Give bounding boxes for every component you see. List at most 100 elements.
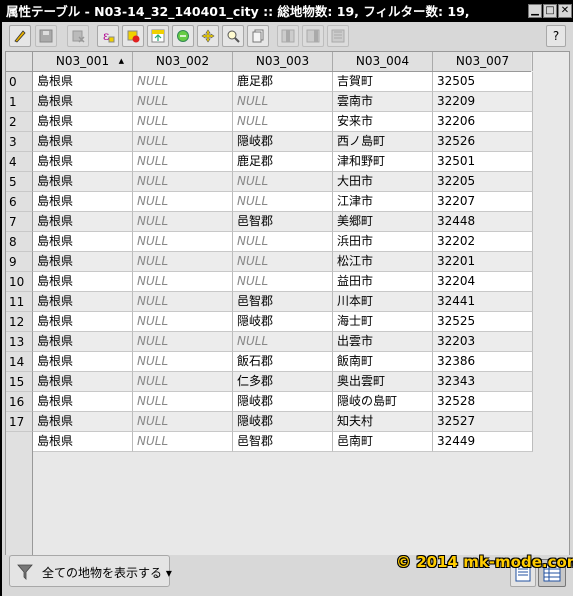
table-row[interactable]: 11 島根県 NULL 邑智郡 川本町 32441 xyxy=(6,292,533,312)
table-row[interactable]: 6 島根県 NULL NULL 江津市 32207 xyxy=(6,192,533,212)
new-column-button[interactable] xyxy=(302,25,324,47)
table-cell[interactable]: 32202 xyxy=(433,232,533,252)
zoom-to-selection-button[interactable] xyxy=(222,25,244,47)
table-cell[interactable]: 島根県 xyxy=(33,112,133,132)
column-header[interactable]: N03_001 ▲ xyxy=(33,52,133,71)
table-cell[interactable]: 知夫村 xyxy=(333,412,433,432)
table-cell[interactable]: NULL xyxy=(133,412,233,432)
table-row[interactable]: 13 島根県 NULL NULL 出雲市 32203 xyxy=(6,332,533,352)
table-cell[interactable]: NULL xyxy=(233,172,333,192)
table-cell[interactable]: 32206 xyxy=(433,112,533,132)
table-cell[interactable]: 隠岐郡 xyxy=(233,312,333,332)
row-header[interactable]: 3 xyxy=(6,132,33,152)
table-row[interactable]: 7 島根県 NULL 邑智郡 美郷町 32448 xyxy=(6,212,533,232)
table-cell[interactable]: 邑智郡 xyxy=(233,432,333,452)
table-cell[interactable]: 出雲市 xyxy=(333,332,433,352)
table-cell[interactable]: 隠岐郡 xyxy=(233,392,333,412)
row-header[interactable]: 16 xyxy=(6,392,33,412)
row-header[interactable]: 12 xyxy=(6,312,33,332)
table-cell[interactable]: 奥出雲町 xyxy=(333,372,433,392)
table-cell[interactable]: 32203 xyxy=(433,332,533,352)
table-cell[interactable]: 鹿足郡 xyxy=(233,152,333,172)
table-cell[interactable]: NULL xyxy=(233,232,333,252)
row-header[interactable]: 1 xyxy=(6,92,33,112)
table-row[interactable]: 0 島根県 NULL 鹿足郡 吉賀町 32505 xyxy=(6,72,533,92)
row-header[interactable]: 14 xyxy=(6,352,33,372)
table-cell[interactable]: 雲南市 xyxy=(333,92,433,112)
table-cell[interactable]: 大田市 xyxy=(333,172,433,192)
table-cell[interactable]: NULL xyxy=(233,112,333,132)
table-cell[interactable]: NULL xyxy=(133,292,233,312)
deselect-all-button[interactable] xyxy=(122,25,144,47)
table-cell[interactable]: 32343 xyxy=(433,372,533,392)
table-cell[interactable]: 津和野町 xyxy=(333,152,433,172)
row-header[interactable]: 4 xyxy=(6,152,33,172)
table-cell[interactable]: 32441 xyxy=(433,292,533,312)
table-cell[interactable]: 32204 xyxy=(433,272,533,292)
table-cell[interactable]: 島根県 xyxy=(33,392,133,412)
table-cell[interactable]: 島根県 xyxy=(33,292,133,312)
column-header[interactable]: N03_007 xyxy=(433,52,533,71)
table-cell[interactable]: 川本町 xyxy=(333,292,433,312)
row-header[interactable]: 2 xyxy=(6,112,33,132)
close-button[interactable]: ✕ xyxy=(558,4,572,18)
table-cell[interactable]: 島根県 xyxy=(33,92,133,112)
table-cell[interactable]: 吉賀町 xyxy=(333,72,433,92)
row-header[interactable]: 5 xyxy=(6,172,33,192)
table-cell[interactable]: 益田市 xyxy=(333,272,433,292)
pan-to-selection-button[interactable] xyxy=(197,25,219,47)
table-cell[interactable]: 飯南町 xyxy=(333,352,433,372)
table-cell[interactable]: NULL xyxy=(133,252,233,272)
move-selection-top-button[interactable] xyxy=(147,25,169,47)
table-cell[interactable]: 島根県 xyxy=(33,232,133,252)
table-cell[interactable]: 隠岐郡 xyxy=(233,412,333,432)
row-header[interactable]: 9 xyxy=(6,252,33,272)
column-header[interactable]: N03_004 xyxy=(333,52,433,71)
row-header[interactable]: 15 xyxy=(6,372,33,392)
table-cell[interactable]: 邑智郡 xyxy=(233,212,333,232)
row-header[interactable]: 8 xyxy=(6,232,33,252)
table-row[interactable]: 14 島根県 NULL 飯石郡 飯南町 32386 xyxy=(6,352,533,372)
table-cell[interactable]: 島根県 xyxy=(33,312,133,332)
table-cell[interactable]: 島根県 xyxy=(33,172,133,192)
corner-header[interactable] xyxy=(6,52,33,71)
table-cell[interactable]: NULL xyxy=(133,172,233,192)
table-cell[interactable]: 島根県 xyxy=(33,272,133,292)
maximize-button[interactable]: □ xyxy=(543,4,557,18)
column-header[interactable]: N03_002 xyxy=(133,52,233,71)
table-cell[interactable]: 島根県 xyxy=(33,252,133,272)
table-cell[interactable]: 島根県 xyxy=(33,352,133,372)
table-row[interactable]: 3 島根県 NULL 隠岐郡 西ノ島町 32526 xyxy=(6,132,533,152)
delete-selected-button[interactable] xyxy=(67,25,89,47)
table-cell[interactable]: 海士町 xyxy=(333,312,433,332)
table-cell[interactable]: 島根県 xyxy=(33,152,133,172)
table-cell[interactable]: 隠岐の島町 xyxy=(333,392,433,412)
table-cell[interactable]: NULL xyxy=(233,92,333,112)
row-header[interactable]: 13 xyxy=(6,332,33,352)
table-row[interactable]: 9 島根県 NULL NULL 松江市 32201 xyxy=(6,252,533,272)
table-cell[interactable]: NULL xyxy=(133,272,233,292)
feature-filter-dropdown[interactable]: 全ての地物を表示する ▾ xyxy=(9,555,172,587)
attribute-grid[interactable]: N03_001 ▲ N03_002 N03_003 N03_004 N03_007 0 島根… xyxy=(5,51,570,576)
table-cell[interactable]: 隠岐郡 xyxy=(233,132,333,152)
field-calculator-button[interactable] xyxy=(327,25,349,47)
table-cell[interactable]: 島根県 xyxy=(33,72,133,92)
table-cell[interactable]: NULL xyxy=(233,272,333,292)
table-cell[interactable]: 32528 xyxy=(433,392,533,412)
table-cell[interactable]: 島根県 xyxy=(33,332,133,352)
table-cell[interactable]: 32527 xyxy=(433,412,533,432)
expression-select-button[interactable]: ε xyxy=(97,25,119,47)
row-header[interactable]: 0 xyxy=(6,72,33,92)
table-cell[interactable]: 安来市 xyxy=(333,112,433,132)
table-cell[interactable]: 32209 xyxy=(433,92,533,112)
table-cell[interactable]: NULL xyxy=(133,132,233,152)
table-row[interactable]: 5 島根県 NULL NULL 大田市 32205 xyxy=(6,172,533,192)
table-cell[interactable]: NULL xyxy=(133,72,233,92)
table-cell[interactable]: 江津市 xyxy=(333,192,433,212)
table-cell[interactable]: NULL xyxy=(133,152,233,172)
table-row[interactable]: 16 島根県 NULL 隠岐郡 隠岐の島町 32528 xyxy=(6,392,533,412)
table-cell[interactable]: 32449 xyxy=(433,432,533,452)
title-bar[interactable]: 属性テーブル - N03-14_32_140401_city :: 総地物数: … xyxy=(2,2,573,22)
help-button[interactable]: ? xyxy=(546,25,566,47)
table-row[interactable]: 18島根県NULL邑智郡邑南町32449 xyxy=(6,432,533,452)
